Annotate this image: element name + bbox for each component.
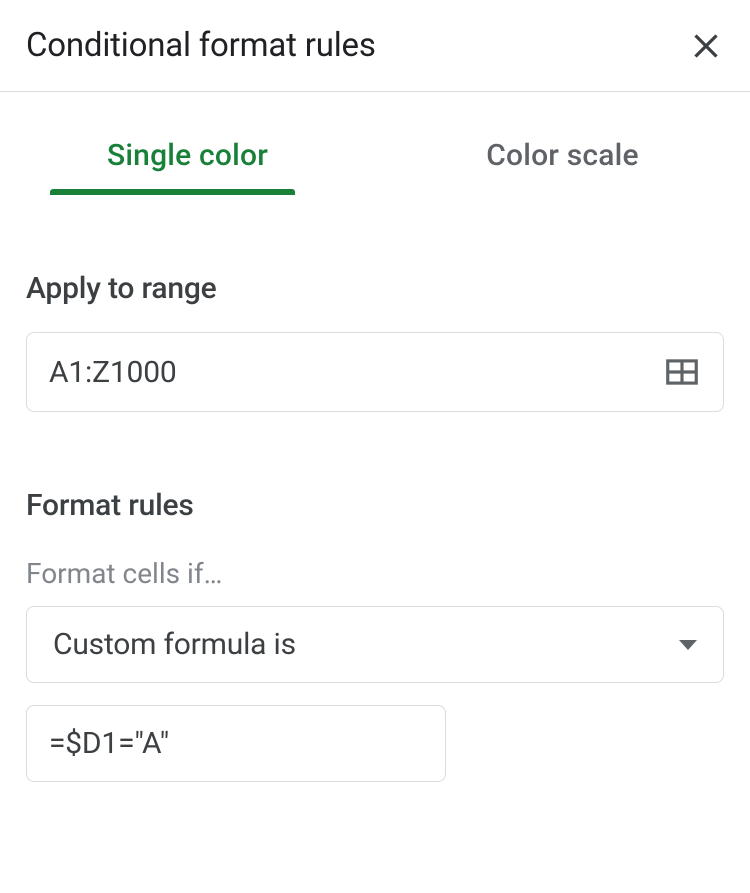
grid-icon: [663, 353, 701, 391]
tab-color-scale[interactable]: Color scale: [375, 106, 750, 195]
formula-input-container: [26, 705, 446, 782]
close-icon: [688, 28, 724, 64]
condition-dropdown[interactable]: Custom formula is: [26, 606, 724, 683]
range-input[interactable]: [49, 355, 663, 390]
condition-dropdown-label: Custom formula is: [53, 627, 296, 662]
close-button[interactable]: [688, 28, 724, 64]
tab-single-color-label: Single color: [107, 138, 268, 173]
panel-title: Conditional format rules: [26, 26, 376, 65]
apply-to-range-title: Apply to range: [26, 271, 724, 306]
format-rules-section: Format rules Format cells if… Custom for…: [0, 488, 750, 782]
format-rules-title: Format rules: [26, 488, 724, 523]
header-divider: [0, 91, 750, 92]
tab-single-color[interactable]: Single color: [0, 106, 375, 195]
panel-header: Conditional format rules: [0, 0, 750, 91]
formula-input[interactable]: [49, 726, 423, 761]
apply-to-range-section: Apply to range: [0, 271, 750, 412]
range-input-container: [26, 332, 724, 412]
tabs-container: Single color Color scale: [0, 106, 750, 195]
chevron-down-icon: [679, 640, 697, 650]
format-cells-if-label: Format cells if…: [26, 557, 724, 590]
tab-color-scale-label: Color scale: [486, 138, 639, 173]
select-range-button[interactable]: [663, 353, 701, 391]
